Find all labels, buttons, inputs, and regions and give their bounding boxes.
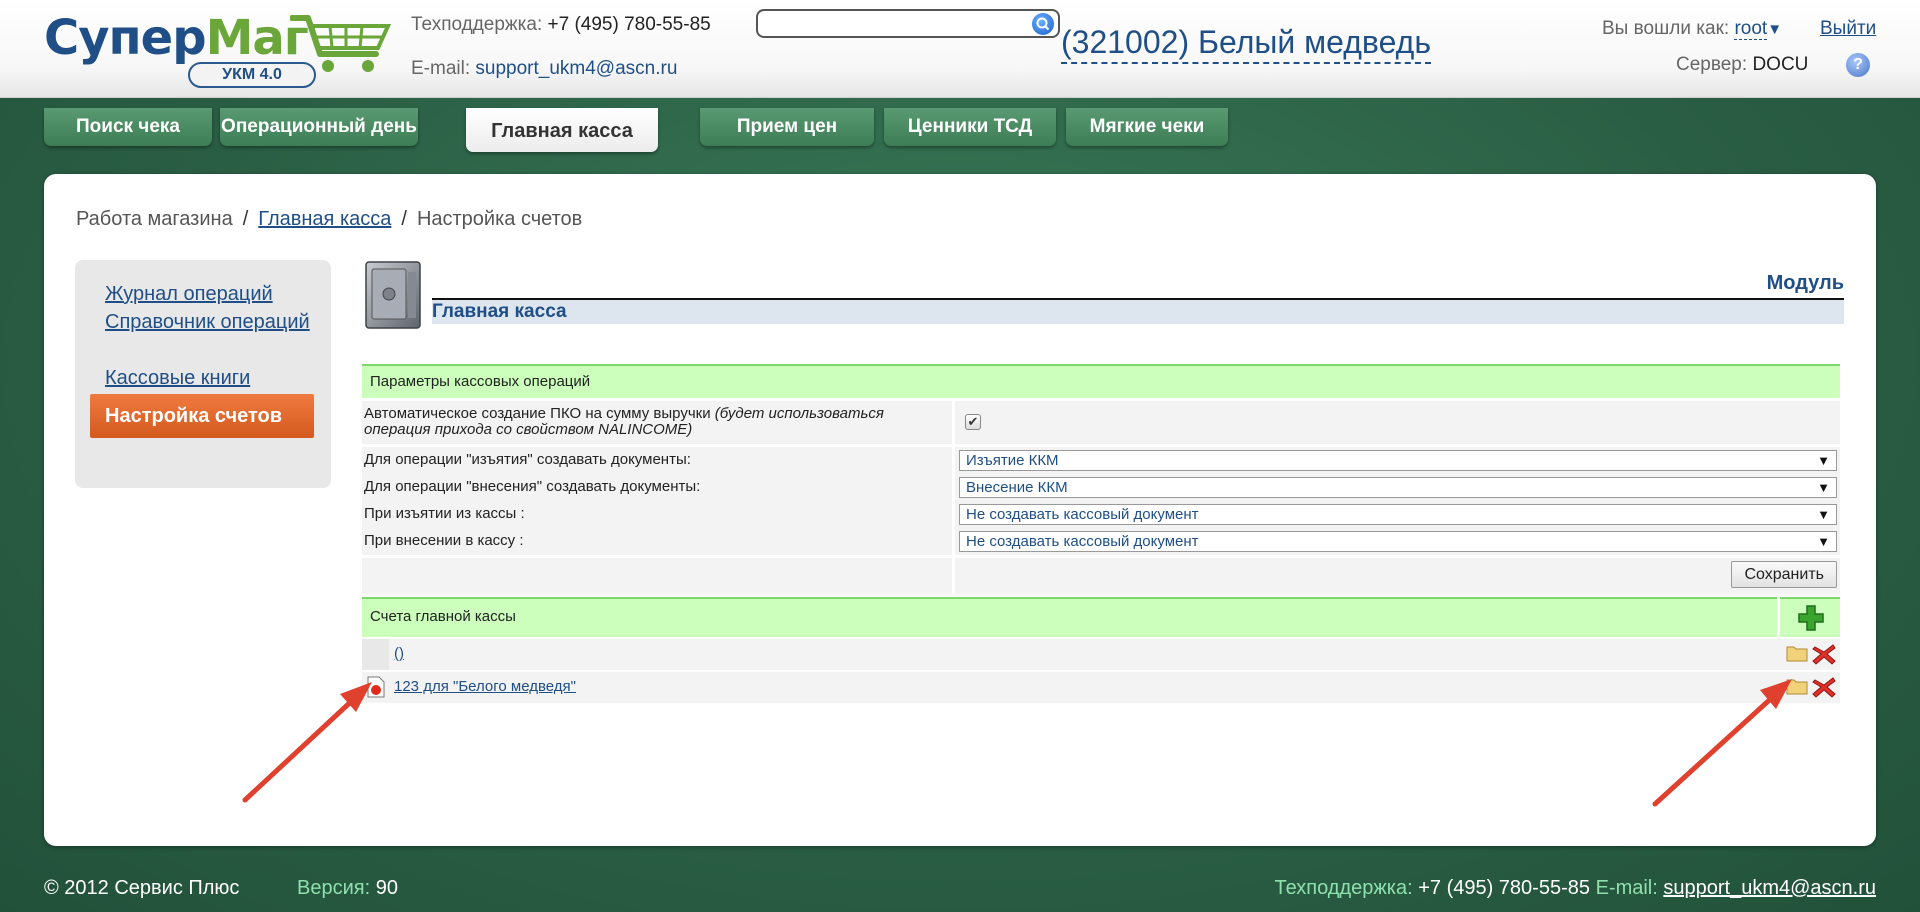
module-label: Модуль (1766, 272, 1844, 294)
tab-receipt-search[interactable]: Поиск чека (44, 108, 212, 146)
dropdown-arrow-icon: ▼ (1817, 507, 1830, 522)
tab-tsd-labels[interactable]: Ценники ТСД (884, 108, 1056, 146)
dropdown-arrow-icon: ▼ (1817, 534, 1830, 549)
save-button[interactable]: Сохранить (1731, 561, 1837, 588)
section-header: Счета главной кассы (362, 597, 1777, 637)
list-item: () (362, 639, 1840, 670)
footer-version: Версия: 90 (297, 877, 398, 899)
header-support-phone: +7 (495) 780-55-85 (547, 14, 711, 35)
footer-email-link[interactable]: support_ukm4@ascn.ru (1663, 877, 1876, 899)
list-item: 123 для "Белого медведя" (362, 672, 1840, 703)
caret-down-icon[interactable]: ▼ (1767, 21, 1782, 38)
sidebar-item-account-settings[interactable]: Настройка счетов (90, 394, 314, 438)
dropdown-arrow-icon: ▼ (1817, 453, 1830, 468)
cash-params-section: Параметры кассовых операций Автоматическ… (362, 364, 1840, 703)
search-input[interactable] (764, 12, 1024, 36)
login-info: Вы вошли как: root▼ (1602, 18, 1783, 40)
search-box (756, 9, 1060, 38)
breadcrumb-root: Работа магазина (76, 208, 233, 230)
folder-icon[interactable] (1786, 677, 1808, 695)
dropdown-arrow-icon: ▼ (1817, 480, 1830, 495)
tab-soft-receipts[interactable]: Мягкие чеки (1066, 108, 1228, 146)
param-label: При изъятии из кассы : (362, 501, 952, 528)
delete-icon[interactable] (1812, 643, 1836, 665)
safe-icon (365, 261, 421, 329)
content-area: Модуль Главная касса Параметры кассовых … (362, 260, 1844, 820)
app-header: СуперМаг УКМ 4.0 Техподдержка: +7 (495) … (0, 0, 1920, 98)
breadcrumb-parent[interactable]: Главная касса (258, 208, 391, 230)
user-menu[interactable]: root (1734, 18, 1768, 40)
tab-price-receive[interactable]: Прием цен (700, 108, 874, 146)
sidebar-item-cash-books[interactable]: Кассовые книги (105, 366, 315, 391)
section-header: Параметры кассовых операций (362, 364, 1840, 398)
logo-version-badge: УКМ 4.0 (188, 62, 316, 88)
module-title: Главная касса (432, 300, 1844, 324)
param-label: При внесении в кассу : (362, 528, 952, 555)
tab-main-cash[interactable]: Главная касса (466, 108, 658, 152)
param-row-withdrawal-doc: Для операции "изъятия" создавать докумен… (362, 447, 1840, 474)
breadcrumb-current: Настройка счетов (416, 208, 583, 230)
withdrawal-doc-select[interactable]: Изъятие ККМ ▼ (959, 450, 1837, 471)
withdrawal-cash-select[interactable]: Не создавать кассовый документ ▼ (959, 504, 1837, 525)
logout-link[interactable]: Выйти (1820, 18, 1876, 40)
param-label: Для операции "внесения" создавать докуме… (362, 474, 952, 501)
footer-support: Техподдержка: +7 (495) 780-55-85 E-mail:… (1274, 877, 1876, 899)
header-email: E-mail: support_ukm4@ascn.ru (411, 58, 678, 79)
param-row-deposit-cash: При внесении в кассу : Не создавать касс… (362, 528, 1840, 555)
supermag-logo[interactable]: СуперМаг УКМ 4.0 (44, 10, 392, 90)
delete-icon[interactable] (1812, 676, 1836, 698)
param-label: Для операции "изъятия" создавать докумен… (362, 447, 952, 474)
sidebar-item-operations-reference[interactable]: Справочник операций (105, 310, 315, 335)
main-panel: Работа магазина / Главная касса / Настройка … (44, 174, 1876, 846)
logo-text-main: Супер (44, 10, 207, 66)
server-info: Сервер: DOCU (1676, 54, 1809, 75)
search-icon[interactable] (1032, 13, 1054, 35)
add-account-icon[interactable] (1798, 605, 1824, 631)
footer-copyright: © 2012 Сервис Плюс (44, 877, 240, 899)
header-support: Техподдержка: +7 (495) 780-55-85 (411, 14, 711, 35)
sidebar-nav: Журнал операций Справочник операций Касс… (75, 260, 331, 488)
help-icon[interactable]: ? (1846, 53, 1870, 77)
account-link[interactable]: 123 для "Белого медведя" (394, 678, 576, 695)
auto-pko-checkbox[interactable]: ✔ (965, 414, 981, 430)
document-red-icon (367, 676, 385, 698)
accounts-section-header: Счета главной кассы (362, 597, 1840, 637)
param-row-save: Сохранить (362, 558, 1840, 594)
sidebar-item-operations-log[interactable]: Журнал операций (105, 282, 315, 307)
store-selector[interactable]: (321002) Белый медведь (1061, 22, 1431, 64)
param-row-deposit-doc: Для операции "внесения" создавать докуме… (362, 474, 1840, 501)
param-row-withdrawal-cash: При изъятии из кассы : Не создавать касс… (362, 501, 1840, 528)
deposit-cash-select[interactable]: Не создавать кассовый документ ▼ (959, 531, 1837, 552)
account-link[interactable]: () (394, 645, 404, 662)
server-name: DOCU (1752, 54, 1809, 75)
header-email-link[interactable]: support_ukm4@ascn.ru (475, 58, 677, 79)
folder-icon[interactable] (1786, 644, 1808, 662)
footer-support-phone: +7 (495) 780-55-85 (1418, 877, 1590, 899)
tab-operational-day[interactable]: Операционный день (220, 108, 418, 146)
breadcrumb: Работа магазина / Главная касса / Настройка … (76, 208, 583, 230)
param-row-auto-pko: Автоматическое создание ПКО на сумму выр… (362, 401, 1840, 444)
param-label: Автоматическое создание ПКО на сумму выр… (362, 401, 952, 444)
deposit-doc-select[interactable]: Внесение ККМ ▼ (959, 477, 1837, 498)
